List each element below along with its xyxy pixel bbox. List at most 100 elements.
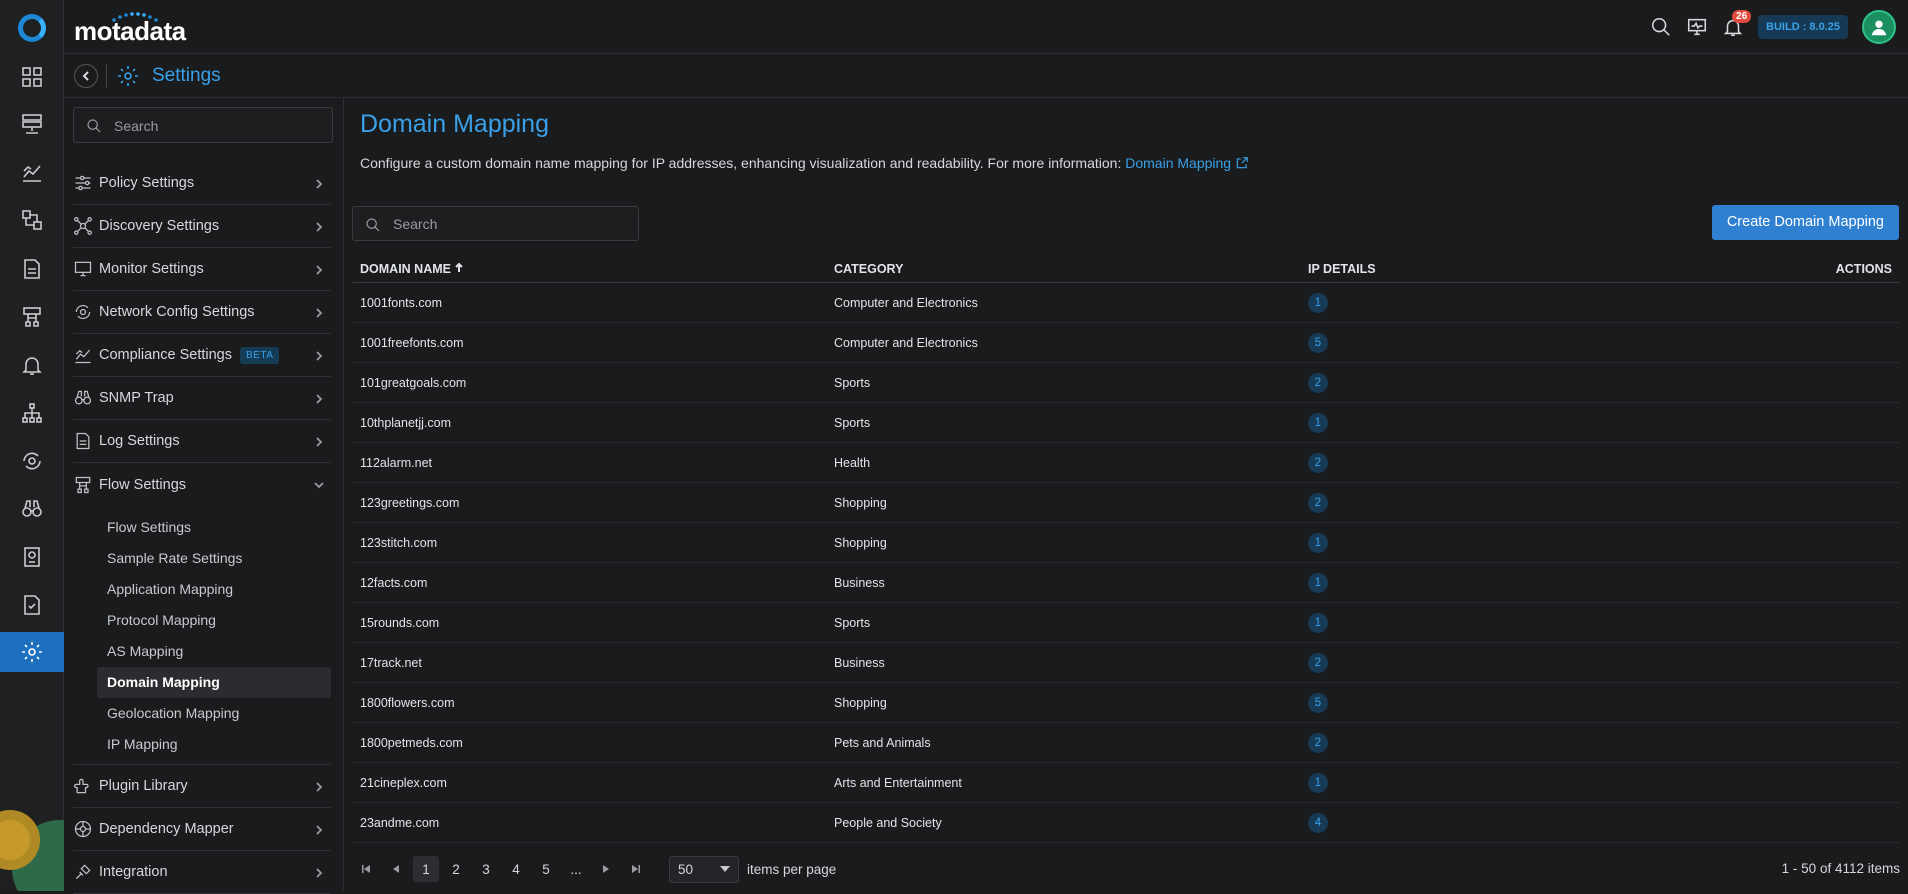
ip-count-badge[interactable]: 5 <box>1308 692 1328 713</box>
sidebar-item-integration[interactable]: Integration <box>73 851 331 894</box>
chevron-right-icon <box>313 220 325 232</box>
domain-mapping-link[interactable]: Domain Mapping <box>1125 155 1249 171</box>
sidebar-item-label: Network Config Settings <box>99 304 255 320</box>
ip-count-badge[interactable]: 2 <box>1308 372 1328 393</box>
notification-badge: 26 <box>1732 10 1752 23</box>
sidebar-item-log-settings[interactable]: Log Settings <box>73 420 331 463</box>
sidebar-item-policy-settings[interactable]: Policy Settings <box>73 162 331 205</box>
ip-count-badge[interactable]: 1 <box>1308 612 1328 633</box>
search-icon[interactable] <box>1650 16 1672 38</box>
sidebar-item-compliance-settings[interactable]: Compliance Settings BETA <box>73 334 331 377</box>
column-header-domain-name[interactable]: DOMAIN NAME <box>353 262 827 276</box>
prev-page-button[interactable] <box>383 856 409 882</box>
settings-icon[interactable] <box>0 632 64 672</box>
cell-domain-name: 123stitch.com <box>360 535 438 550</box>
monitor-activity-icon[interactable] <box>1686 16 1708 38</box>
cell-domain-name: 1800petmeds.com <box>360 735 463 750</box>
page-4[interactable]: 4 <box>503 856 529 882</box>
sidebar-item-label: Dependency Mapper <box>99 821 234 837</box>
ip-count-badge[interactable]: 2 <box>1308 492 1328 513</box>
column-header-category[interactable]: CATEGORY <box>827 262 1301 276</box>
ip-count-badge[interactable]: 1 <box>1308 292 1328 313</box>
submenu-item-as-mapping[interactable]: AS Mapping <box>97 636 331 667</box>
ip-count-badge[interactable]: 2 <box>1308 452 1328 473</box>
submenu-item-sample-rate-settings[interactable]: Sample Rate Settings <box>97 543 331 574</box>
grid-search-input[interactable] <box>393 214 623 234</box>
sidebar-item-monitor-settings[interactable]: Monitor Settings <box>73 248 331 291</box>
back-button[interactable] <box>74 64 98 88</box>
pagination: 1 2 3 4 5 ... 50 items per page 1 - 50 o… <box>353 854 1900 884</box>
sidebar-item-flow-settings[interactable]: Flow Settings <box>73 463 331 506</box>
ip-count-badge[interactable]: 1 <box>1308 532 1328 553</box>
server-icon[interactable] <box>0 104 64 144</box>
per-page-select[interactable]: 50 <box>669 855 739 883</box>
table-row[interactable]: 101greatgoals.com Sports 2 <box>353 363 1900 403</box>
submenu-item-ip-mapping[interactable]: IP Mapping <box>97 729 331 760</box>
ip-count-badge[interactable]: 2 <box>1308 652 1328 673</box>
topology-icon[interactable] <box>0 200 64 240</box>
page-2[interactable]: 2 <box>443 856 469 882</box>
page-1[interactable]: 1 <box>413 856 439 882</box>
sidebar-item-network-config-settings[interactable]: Network Config Settings <box>73 291 331 334</box>
table-row[interactable]: 23andme.com People and Society 4 <box>353 803 1900 843</box>
table-row[interactable]: 123stitch.com Shopping 1 <box>353 523 1900 563</box>
sidebar-item-plugin-library[interactable]: Plugin Library <box>73 765 331 808</box>
metrics-icon[interactable] <box>0 152 64 192</box>
sidebar-search[interactable] <box>73 107 333 143</box>
last-page-button[interactable] <box>623 856 649 882</box>
page-ellipsis[interactable]: ... <box>563 856 589 882</box>
submenu-item-domain-mapping[interactable]: Domain Mapping <box>97 667 331 698</box>
page-5[interactable]: 5 <box>533 856 559 882</box>
table-row[interactable]: 1800petmeds.com Pets and Animals 2 <box>353 723 1900 763</box>
config-icon[interactable] <box>0 441 64 481</box>
sidebar-item-label: Policy Settings <box>99 175 195 191</box>
submenu-item-geolocation-mapping[interactable]: Geolocation Mapping <box>97 698 331 729</box>
table-body: 1001fonts.com Computer and Electronics 1 10… <box>353 283 1900 843</box>
sidebar-item-snmp-trap[interactable]: SNMP Trap <box>73 377 331 420</box>
main-content: Domain Mapping Configure a custom domain… <box>345 98 1908 891</box>
table-row[interactable]: 1800flowers.com Shopping 5 <box>353 683 1900 723</box>
ip-count-badge[interactable]: 1 <box>1308 772 1328 793</box>
cell-ip-details: 1 <box>1301 412 1775 433</box>
dashboard-icon[interactable] <box>0 57 64 97</box>
table-row[interactable]: 112alarm.net Health 2 <box>353 443 1900 483</box>
ip-count-badge[interactable]: 2 <box>1308 732 1328 753</box>
table-row[interactable]: 21cineplex.com Arts and Entertainment 1 <box>353 763 1900 803</box>
cell-ip-details: 1 <box>1301 572 1775 593</box>
chevron-right-icon <box>313 177 325 189</box>
sidebar-item-dependency-mapper[interactable]: Dependency Mapper <box>73 808 331 851</box>
sidebar-search-input[interactable] <box>114 116 314 136</box>
ip-count-badge[interactable]: 5 <box>1308 332 1328 353</box>
flow-icon[interactable] <box>0 297 64 337</box>
network-icon[interactable] <box>0 393 64 433</box>
column-header-ip-details[interactable]: IP DETAILS <box>1301 262 1775 276</box>
audit-icon[interactable] <box>0 537 64 577</box>
submenu-item-protocol-mapping[interactable]: Protocol Mapping <box>97 605 331 636</box>
ip-count-badge[interactable]: 1 <box>1308 412 1328 433</box>
page-3[interactable]: 3 <box>473 856 499 882</box>
logo-icon <box>18 14 46 42</box>
table-row[interactable]: 123greetings.com Shopping 2 <box>353 483 1900 523</box>
next-page-button[interactable] <box>593 856 619 882</box>
compliance-icon[interactable] <box>0 585 64 625</box>
alerts-icon[interactable] <box>0 345 64 385</box>
first-page-button[interactable] <box>353 856 379 882</box>
table-row[interactable]: 1001freefonts.com Computer and Electronic… <box>353 323 1900 363</box>
grid-search[interactable] <box>352 206 639 241</box>
dependency-icon <box>73 819 93 839</box>
create-domain-mapping-button[interactable]: Create Domain Mapping <box>1711 205 1899 240</box>
ip-count-badge[interactable]: 1 <box>1308 572 1328 593</box>
ip-count-badge[interactable]: 4 <box>1308 812 1328 833</box>
sidebar-item-discovery-settings[interactable]: Discovery Settings <box>73 205 331 248</box>
table-row[interactable]: 17track.net Business 2 <box>353 643 1900 683</box>
submenu-item-application-mapping[interactable]: Application Mapping <box>97 574 331 605</box>
table-row[interactable]: 1001fonts.com Computer and Electronics 1 <box>353 283 1900 323</box>
reports-icon[interactable] <box>0 249 64 289</box>
table-row[interactable]: 10thplanetjj.com Sports 1 <box>353 403 1900 443</box>
table-row[interactable]: 12facts.com Business 1 <box>353 563 1900 603</box>
binoculars-icon[interactable] <box>0 489 64 529</box>
bell-icon[interactable]: 26 <box>1722 10 1752 38</box>
submenu-item-flow-settings[interactable]: Flow Settings <box>97 512 331 543</box>
avatar[interactable] <box>1862 10 1896 44</box>
table-row[interactable]: 15rounds.com Sports 1 <box>353 603 1900 643</box>
